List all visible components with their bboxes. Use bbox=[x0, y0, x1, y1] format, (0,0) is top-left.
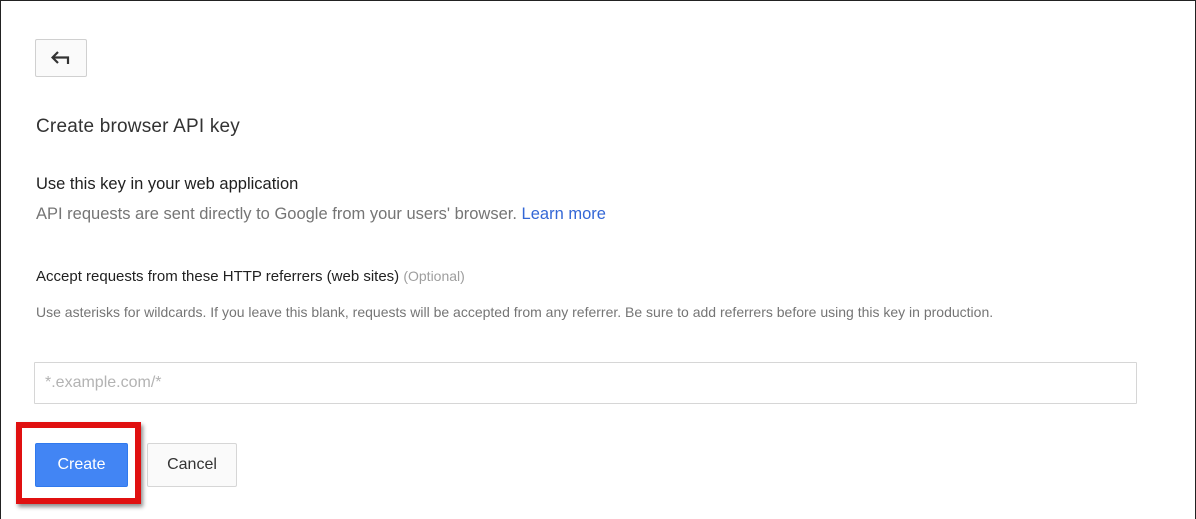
learn-more-link[interactable]: Learn more bbox=[522, 205, 606, 223]
page-title: Create browser API key bbox=[36, 116, 240, 137]
back-button[interactable] bbox=[35, 39, 87, 77]
back-arrow-icon bbox=[51, 51, 71, 65]
optional-tag: (Optional) bbox=[403, 268, 465, 284]
referrers-help-text: Use asterisks for wildcards. If you leav… bbox=[36, 304, 994, 320]
usage-description-text: API requests are sent directly to Google… bbox=[36, 205, 517, 223]
referrers-label-text: Accept requests from these HTTP referrer… bbox=[36, 268, 400, 285]
usage-description: API requests are sent directly to Google… bbox=[36, 205, 606, 224]
usage-heading: Use this key in your web application bbox=[36, 175, 299, 193]
create-button[interactable]: Create bbox=[35, 443, 128, 487]
cancel-button[interactable]: Cancel bbox=[147, 443, 237, 487]
referrers-input[interactable] bbox=[34, 362, 1137, 404]
referrers-label: Accept requests from these HTTP referrer… bbox=[36, 268, 465, 285]
api-key-panel: Create browser API key Use this key in y… bbox=[0, 0, 1196, 519]
